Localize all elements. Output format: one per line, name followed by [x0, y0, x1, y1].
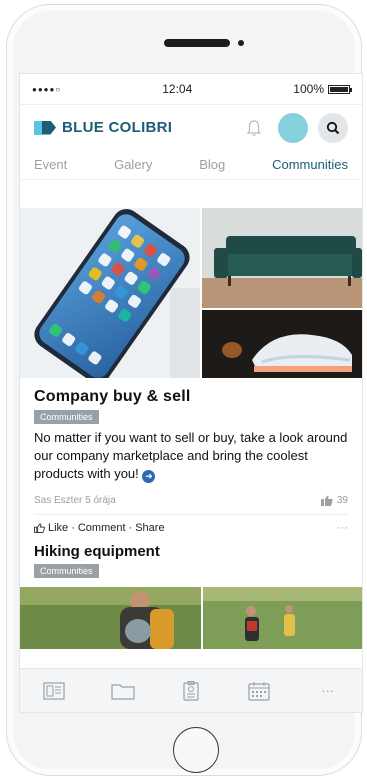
like-count: 39	[320, 495, 348, 506]
search-button[interactable]	[318, 112, 348, 143]
post-image-gallery[interactable]	[20, 587, 362, 649]
share-button[interactable]: Share	[135, 522, 164, 534]
separator-dot: ·	[128, 522, 133, 534]
category-tag[interactable]: Communities	[34, 410, 99, 424]
hiker-backpack-image[interactable]	[20, 587, 201, 649]
like-button[interactable]: Like	[48, 522, 68, 534]
category-tag[interactable]: Communities	[34, 564, 99, 578]
like-count-value: 39	[336, 495, 348, 506]
post-author-time: Sas Eszter 5 órája	[34, 495, 116, 506]
status-bar: ●●●●○ 12:04 100%	[20, 74, 362, 104]
post-meta: Sas Eszter 5 órája 39	[34, 495, 348, 515]
post-title[interactable]: Company buy & sell	[34, 388, 348, 406]
main-tabs: Event Galery Blog Communities	[20, 150, 362, 180]
post-card: Company buy & sell Communities No matter…	[20, 378, 362, 579]
signal-indicator: ●●●●○	[32, 84, 62, 94]
badge-icon[interactable]	[177, 679, 205, 703]
app-header: BLUE COLIBRI	[20, 104, 362, 150]
thumbs-up-outline-icon	[34, 523, 45, 533]
thumbs-up-icon	[320, 495, 333, 506]
separator-dot: ·	[71, 522, 75, 534]
brand-logo[interactable]: BLUE COLIBRI	[34, 119, 172, 136]
app-screen: ●●●●○ 12:04 100% BLUE COLIBRI Event Gale…	[19, 73, 363, 713]
user-avatar[interactable]	[278, 112, 308, 143]
tab-event[interactable]: Event	[34, 157, 67, 172]
post-title[interactable]: Hiking equipment	[34, 543, 348, 560]
battery-percent: 100%	[293, 82, 324, 96]
bell-icon[interactable]	[240, 114, 268, 142]
logo-mark-icon	[34, 120, 56, 135]
post-text: No matter if you want to sell or buy, ta…	[34, 429, 348, 483]
sofa-image[interactable]	[202, 208, 362, 308]
phone-speaker	[164, 39, 230, 47]
status-time: 12:04	[162, 82, 193, 96]
post-time: 5 órája	[85, 495, 116, 506]
brand-name: BLUE COLIBRI	[62, 119, 173, 136]
tab-blog[interactable]: Blog	[199, 157, 225, 172]
post-text-body: No matter if you want to sell or buy, ta…	[34, 430, 348, 481]
tab-communities[interactable]: Communities	[272, 157, 348, 172]
arrow-right-icon[interactable]: ➜	[142, 470, 156, 483]
smartphone-image[interactable]	[20, 208, 200, 378]
comment-button[interactable]: Comment	[78, 522, 126, 534]
hikers-trail-image[interactable]	[202, 587, 362, 649]
phone-frame: ●●●●○ 12:04 100% BLUE COLIBRI Event Gale…	[6, 4, 363, 776]
feed-spacer	[20, 180, 362, 208]
battery-indicator: 100%	[293, 82, 352, 96]
search-icon	[326, 121, 340, 134]
more-options-button[interactable]: ···	[337, 522, 348, 534]
post-image-gallery[interactable]	[20, 208, 362, 378]
battery-icon	[328, 84, 352, 94]
bottom-navigation: ···	[20, 668, 362, 712]
home-button[interactable]	[173, 727, 219, 773]
news-icon[interactable]	[40, 679, 68, 703]
calendar-icon[interactable]	[245, 679, 273, 703]
post-author[interactable]: Sas Eszter	[34, 495, 82, 506]
more-dots-icon[interactable]: ···	[314, 679, 342, 703]
post-actions: Like · Comment · Share ···	[34, 515, 348, 541]
tab-galery[interactable]: Galery	[114, 157, 152, 172]
phone-camera	[238, 40, 244, 46]
folder-icon[interactable]	[109, 679, 137, 703]
sneaker-image[interactable]	[202, 310, 362, 378]
